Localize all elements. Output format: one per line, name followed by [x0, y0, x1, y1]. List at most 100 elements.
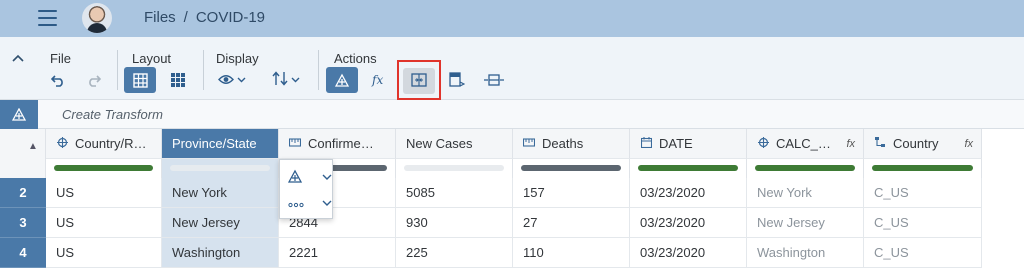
create-transform-input[interactable]: Create Transform — [62, 107, 163, 122]
formula-icon[interactable]: fx — [964, 138, 973, 150]
table-cell[interactable]: New York — [747, 178, 864, 208]
toolbar-divider — [318, 50, 319, 90]
menu-icon[interactable] — [38, 10, 57, 26]
chevron-down-icon — [237, 75, 246, 86]
group-label-display: Display — [216, 51, 259, 66]
redo-icon[interactable] — [83, 67, 105, 93]
data-quality-bar[interactable] — [54, 165, 153, 171]
data-quality-cell — [630, 159, 747, 178]
column-header-label: DATE — [659, 136, 693, 151]
group-label-actions: Actions — [334, 51, 377, 66]
chevron-down-icon — [291, 75, 300, 86]
popup-transform-item[interactable] — [287, 165, 332, 189]
column-header[interactable]: DATE — [630, 129, 747, 159]
column-header-label: New Cases — [406, 136, 473, 151]
sort-dropdown[interactable] — [266, 67, 306, 93]
table-cell[interactable]: 2221 — [279, 238, 396, 268]
measure-icon — [288, 137, 302, 150]
table-cell[interactable]: 5085 — [396, 178, 513, 208]
column-header-label: Deaths — [542, 136, 584, 151]
data-quality-bar[interactable] — [404, 165, 504, 171]
more-icon — [288, 196, 304, 211]
data-quality-cell — [46, 159, 162, 178]
chevron-up-icon[interactable] — [12, 51, 24, 66]
toolbar: File Layout Display Actions fx — [0, 37, 1024, 100]
toolbar-divider — [203, 50, 204, 90]
calendar-icon — [640, 136, 652, 151]
table-cell[interactable]: 110 — [513, 238, 630, 268]
data-quality-cell — [747, 159, 864, 178]
popup-more-item[interactable] — [288, 191, 332, 215]
data-quality-bar[interactable] — [755, 165, 855, 171]
table-cell[interactable]: New Jersey — [747, 208, 864, 238]
shell-bar: Files / COVID-19 — [0, 0, 1024, 37]
data-quality-bar[interactable] — [170, 165, 270, 171]
column-header[interactable]: New Cases — [396, 129, 513, 159]
eye-icon — [218, 72, 234, 89]
table-cell[interactable]: 27 — [513, 208, 630, 238]
data-quality-cell — [513, 159, 630, 178]
table-cell[interactable]: 03/23/2020 — [630, 238, 747, 268]
data-quality-cell — [396, 159, 513, 178]
row-number[interactable]: 4 — [0, 238, 46, 268]
highlight-box — [397, 60, 441, 100]
chevron-down-icon — [322, 171, 332, 183]
table-cell[interactable]: New York — [162, 178, 279, 208]
column-header[interactable]: Country/R… — [46, 129, 162, 159]
grid-view-icon[interactable] — [124, 67, 156, 93]
table-cell[interactable]: 03/23/2020 — [630, 208, 747, 238]
table-cell[interactable]: C_US — [864, 208, 982, 238]
table-cell[interactable]: 157 — [513, 178, 630, 208]
formula-icon[interactable]: fx — [366, 67, 392, 93]
column-header[interactable]: Confirme… — [279, 129, 396, 159]
breadcrumb-files-link[interactable]: Files — [144, 9, 176, 26]
geo-icon — [56, 136, 68, 151]
transform-icon — [287, 169, 305, 186]
breadcrumb: Files / COVID-19 — [144, 9, 265, 26]
svg-text:fx: fx — [371, 73, 383, 87]
transform-icon[interactable] — [326, 67, 358, 93]
table-cell[interactable]: US — [46, 208, 162, 238]
table-cell[interactable]: 225 — [396, 238, 513, 268]
split-column-icon[interactable] — [479, 67, 509, 93]
display-visibility-dropdown[interactable] — [213, 67, 251, 93]
column-header[interactable]: Province/State — [162, 129, 279, 159]
undo-icon[interactable] — [47, 67, 69, 93]
data-quality-bar[interactable] — [872, 165, 973, 171]
transform-icon[interactable] — [0, 100, 38, 129]
table-cell[interactable]: US — [46, 178, 162, 208]
column-header-label: Confirme… — [308, 136, 374, 151]
avatar[interactable] — [82, 3, 112, 33]
row-number[interactable]: 3 — [0, 208, 46, 238]
column-header[interactable]: CALC_… fx — [747, 129, 864, 159]
column-settings-icon[interactable] — [444, 67, 470, 93]
table-cell[interactable]: C_US — [864, 178, 982, 208]
column-header-label: Country — [893, 136, 939, 151]
geo-icon — [757, 136, 769, 151]
breadcrumb-current: COVID-19 — [195, 9, 266, 26]
transform-bar: Create Transform — [0, 100, 1024, 129]
column-header-label: Country/R… — [75, 136, 147, 151]
table-cell[interactable]: Washington — [162, 238, 279, 268]
column-header[interactable]: Country fx — [864, 129, 982, 159]
data-quality-cell — [162, 159, 279, 178]
data-quality-bar[interactable] — [521, 165, 621, 171]
table-cell[interactable]: C_US — [864, 238, 982, 268]
sort-triangle-icon[interactable]: ▲ — [28, 141, 38, 152]
table-cell[interactable]: 03/23/2020 — [630, 178, 747, 208]
data-grid: ▲ Country/R… Province/State Confirme… New C… — [0, 129, 1024, 273]
column-header-label: Province/State — [172, 136, 257, 151]
table-cell[interactable]: US — [46, 238, 162, 268]
column-action-popup — [279, 159, 333, 219]
grid-corner: ▲ — [0, 129, 46, 178]
table-cell[interactable]: New Jersey — [162, 208, 279, 238]
tile-view-icon[interactable] — [164, 67, 192, 93]
data-quality-bar[interactable] — [638, 165, 738, 171]
table-cell[interactable]: Washington — [747, 238, 864, 268]
formula-icon[interactable]: fx — [846, 138, 855, 150]
table-cell[interactable]: 930 — [396, 208, 513, 238]
column-header[interactable]: Deaths — [513, 129, 630, 159]
row-number[interactable]: 2 — [0, 178, 46, 208]
breadcrumb-separator: / — [183, 9, 188, 26]
toolbar-divider — [117, 50, 118, 90]
